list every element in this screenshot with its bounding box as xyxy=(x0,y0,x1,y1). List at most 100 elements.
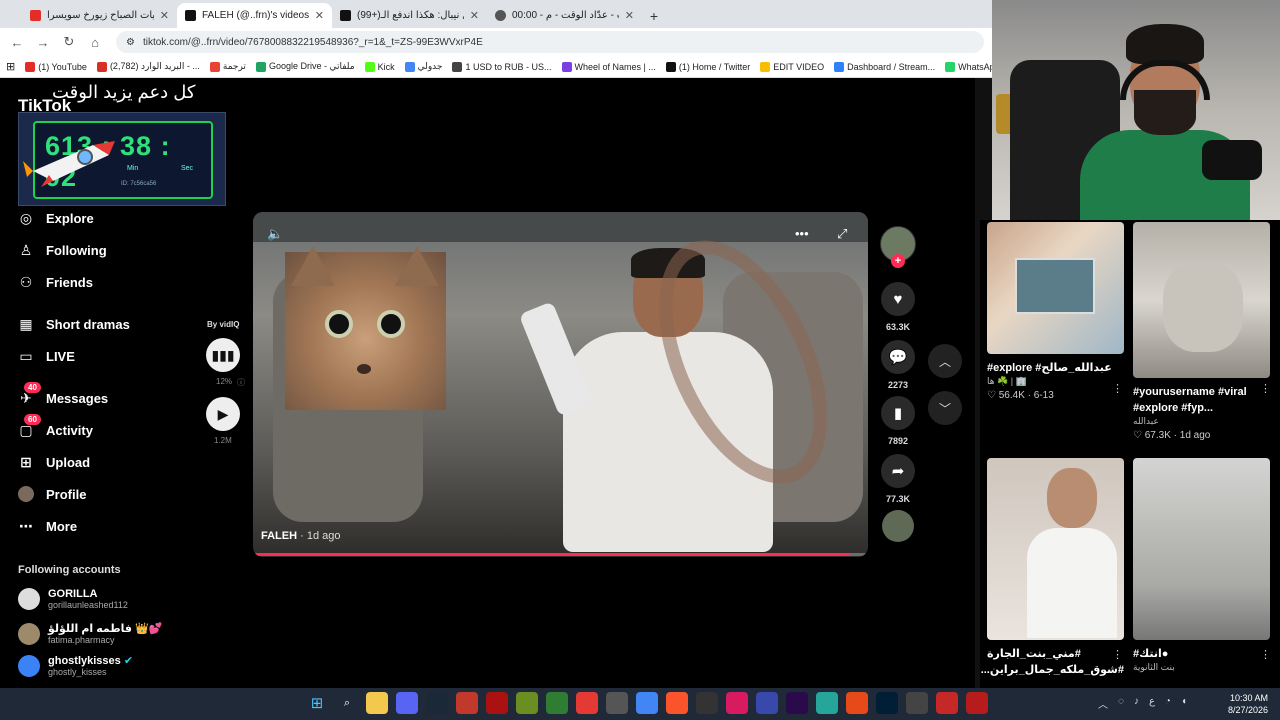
app-icon[interactable] xyxy=(906,692,928,714)
feed-thumbnail[interactable] xyxy=(987,222,1124,354)
vidiq-stats-button[interactable]: ▮▮▮ xyxy=(206,338,240,372)
bookmark-item[interactable]: (1) Home / Twitter xyxy=(665,61,750,72)
more-options-icon[interactable]: ⋮ xyxy=(1260,648,1271,661)
sidebar-item-more[interactable]: ⋯ More xyxy=(18,510,178,542)
video-author[interactable]: FALEH · 1d ago xyxy=(261,530,341,542)
volume-icon[interactable]: ◖ xyxy=(1181,696,1187,711)
close-tab-icon[interactable]: ✕ xyxy=(625,9,634,22)
language-indicator[interactable]: ع xyxy=(1149,696,1155,711)
chrome-icon[interactable] xyxy=(636,692,658,714)
browser-tab[interactable]: (99+)فيصل نيبال: هكذا اندفع الـ ✕ xyxy=(332,3,487,28)
discord-icon[interactable] xyxy=(396,692,418,714)
apps-grid-icon[interactable]: ⊞ xyxy=(6,60,15,73)
bookmark-item[interactable]: WhatsApp xyxy=(945,61,992,72)
bookmark-item[interactable]: EDIT VIDEO xyxy=(760,61,824,72)
app-icon[interactable] xyxy=(816,692,838,714)
sidebar-item-explore[interactable]: ◎ Explore xyxy=(18,202,178,234)
microphone-icon[interactable]: ♪ xyxy=(1134,696,1139,711)
bookmark-item[interactable]: 1 USD to RUB - US... xyxy=(452,61,552,72)
wifi-icon[interactable]: ◔ xyxy=(1165,696,1171,711)
forward-arrow-icon[interactable]: → xyxy=(32,31,54,53)
site-info-icon[interactable]: ⚙ xyxy=(126,37,135,48)
app-icon[interactable] xyxy=(966,692,988,714)
comment-icon[interactable]: 💬 xyxy=(881,340,915,374)
like-action[interactable]: ♥ 63.3K xyxy=(880,282,916,332)
bookmark-item[interactable]: Wheel of Names | ... xyxy=(561,61,656,72)
close-tab-icon[interactable]: ✕ xyxy=(315,9,324,22)
close-tab-icon[interactable]: ✕ xyxy=(160,9,169,22)
sidebar-item-activity[interactable]: ▢ Activity 60 xyxy=(18,414,178,446)
video-player[interactable]: 🔈 ••• ⤢ FALEH · 1d ago xyxy=(253,212,868,557)
back-arrow-icon[interactable]: ← xyxy=(6,31,28,53)
next-video-chevron-down-icon[interactable]: ﹀ xyxy=(928,391,962,425)
app-icon[interactable] xyxy=(606,692,628,714)
follow-plus-icon[interactable]: + xyxy=(891,254,905,268)
sidebar-item-messages[interactable]: ✈ Messages 40 xyxy=(18,382,178,414)
taskbar-clock[interactable]: 10:30 AM 8/27/2026 xyxy=(1228,692,1268,716)
feed-thumbnail[interactable] xyxy=(1133,458,1270,640)
photoshop-icon[interactable] xyxy=(876,692,898,714)
close-tab-icon[interactable]: ✕ xyxy=(470,9,479,22)
feed-card[interactable]: #explore #عبدالله_صالح ها ☘️ | 🏢 ♡ 56.4K… xyxy=(987,222,1124,401)
browser-tab[interactable]: 00:00 - المؤقت - عدّاد الوقت - م ✕ xyxy=(487,3,642,28)
more-options-icon[interactable]: ••• xyxy=(795,226,809,241)
capcut-icon[interactable] xyxy=(696,692,718,714)
bookmark-icon[interactable]: ▮ xyxy=(881,396,915,430)
following-account[interactable]: GORILLA gorillaunleashed112 xyxy=(18,588,128,610)
heart-icon[interactable]: ♥ xyxy=(881,282,915,316)
sidebar-item-upload[interactable]: ⊞ Upload xyxy=(18,446,178,478)
bookmark-item[interactable]: (2,782) البريد الوارد - ... xyxy=(96,61,200,72)
bookmark-item[interactable]: ترجمة xyxy=(209,61,246,72)
bookmark-item[interactable]: جدولي xyxy=(404,61,442,72)
network-icon[interactable]: ◌ xyxy=(1118,696,1124,711)
bookmark-item[interactable]: (1) YouTube xyxy=(25,61,87,72)
previous-video-chevron-up-icon[interactable]: ︿ xyxy=(928,344,962,378)
browser-tab-active[interactable]: FALEH (@..frn)'s videos with ... ✕ xyxy=(177,3,332,28)
app-icon[interactable] xyxy=(546,692,568,714)
chevron-up-icon[interactable]: ︿ xyxy=(1098,696,1108,711)
windows-start-icon[interactable]: ⊞ xyxy=(306,692,328,714)
app-icon[interactable] xyxy=(576,692,598,714)
music-disc-avatar[interactable] xyxy=(882,510,914,542)
sidebar-item-short-dramas[interactable]: ▦ Short dramas xyxy=(18,308,178,340)
bookmark-item[interactable]: Dashboard / Stream... xyxy=(834,61,935,72)
bookmark-item[interactable]: Google Drive - ملفاتي xyxy=(255,61,355,72)
app-icon[interactable] xyxy=(486,692,508,714)
address-bar[interactable]: ⚙ tiktok.com/@..frn/video/76780088322195… xyxy=(116,31,984,53)
fullscreen-icon[interactable]: ⤢ xyxy=(837,226,847,242)
info-icon[interactable]: ⓘ xyxy=(237,377,245,388)
feed-thumbnail[interactable] xyxy=(987,458,1124,640)
play-button[interactable]: ▶ xyxy=(206,397,240,431)
browser-tab[interactable]: فيروزيات الصباح زيورخ سويسرا ✕ xyxy=(22,3,177,28)
premiere-icon[interactable] xyxy=(786,692,808,714)
new-tab-button[interactable]: + xyxy=(642,3,666,28)
search-icon[interactable]: ⌕ xyxy=(336,692,358,714)
app-icon[interactable] xyxy=(516,692,538,714)
app-icon[interactable] xyxy=(846,692,868,714)
bookmark-item[interactable]: Kick xyxy=(364,61,395,72)
file-explorer-icon[interactable] xyxy=(366,692,388,714)
feed-thumbnail[interactable] xyxy=(1133,222,1270,378)
share-icon[interactable]: ➦ xyxy=(881,454,915,488)
following-account[interactable]: ghostlykisses ✔ ghostly_kisses xyxy=(18,654,133,677)
steam-icon[interactable] xyxy=(426,692,448,714)
home-icon[interactable]: ⌂ xyxy=(84,31,106,53)
app-icon[interactable] xyxy=(726,692,748,714)
app-icon[interactable] xyxy=(456,692,478,714)
following-account[interactable]: فاطمه ام اللؤلؤ 👑💕 fatima.pharmacy xyxy=(18,622,162,645)
brave-icon[interactable] xyxy=(666,692,688,714)
more-options-icon[interactable]: ⋮ xyxy=(1260,382,1271,395)
feed-card[interactable]: #yourusername #viral #explore #fyp... عب… xyxy=(1133,222,1270,441)
sidebar-item-profile[interactable]: Profile xyxy=(18,478,178,510)
app-icon[interactable] xyxy=(936,692,958,714)
video-progress-bar[interactable] xyxy=(253,553,868,556)
volume-icon[interactable]: 🔈 xyxy=(267,226,283,242)
more-options-icon[interactable]: ⋮ xyxy=(1112,382,1123,395)
reload-icon[interactable]: ↻ xyxy=(58,31,80,53)
sidebar-item-friends[interactable]: ⚇ Friends xyxy=(18,266,178,298)
sidebar-item-following[interactable]: ♙ Following xyxy=(18,234,178,266)
feed-card[interactable]: #انتك● بنت الثانوية xyxy=(1133,458,1270,673)
share-action[interactable]: ➦ 77.3K xyxy=(880,454,916,504)
more-options-icon[interactable]: ⋮ xyxy=(1112,648,1123,661)
feed-card[interactable]: #مني_بنت_الجارة #شوق_ملكه_جمال_براين... xyxy=(981,458,1124,678)
